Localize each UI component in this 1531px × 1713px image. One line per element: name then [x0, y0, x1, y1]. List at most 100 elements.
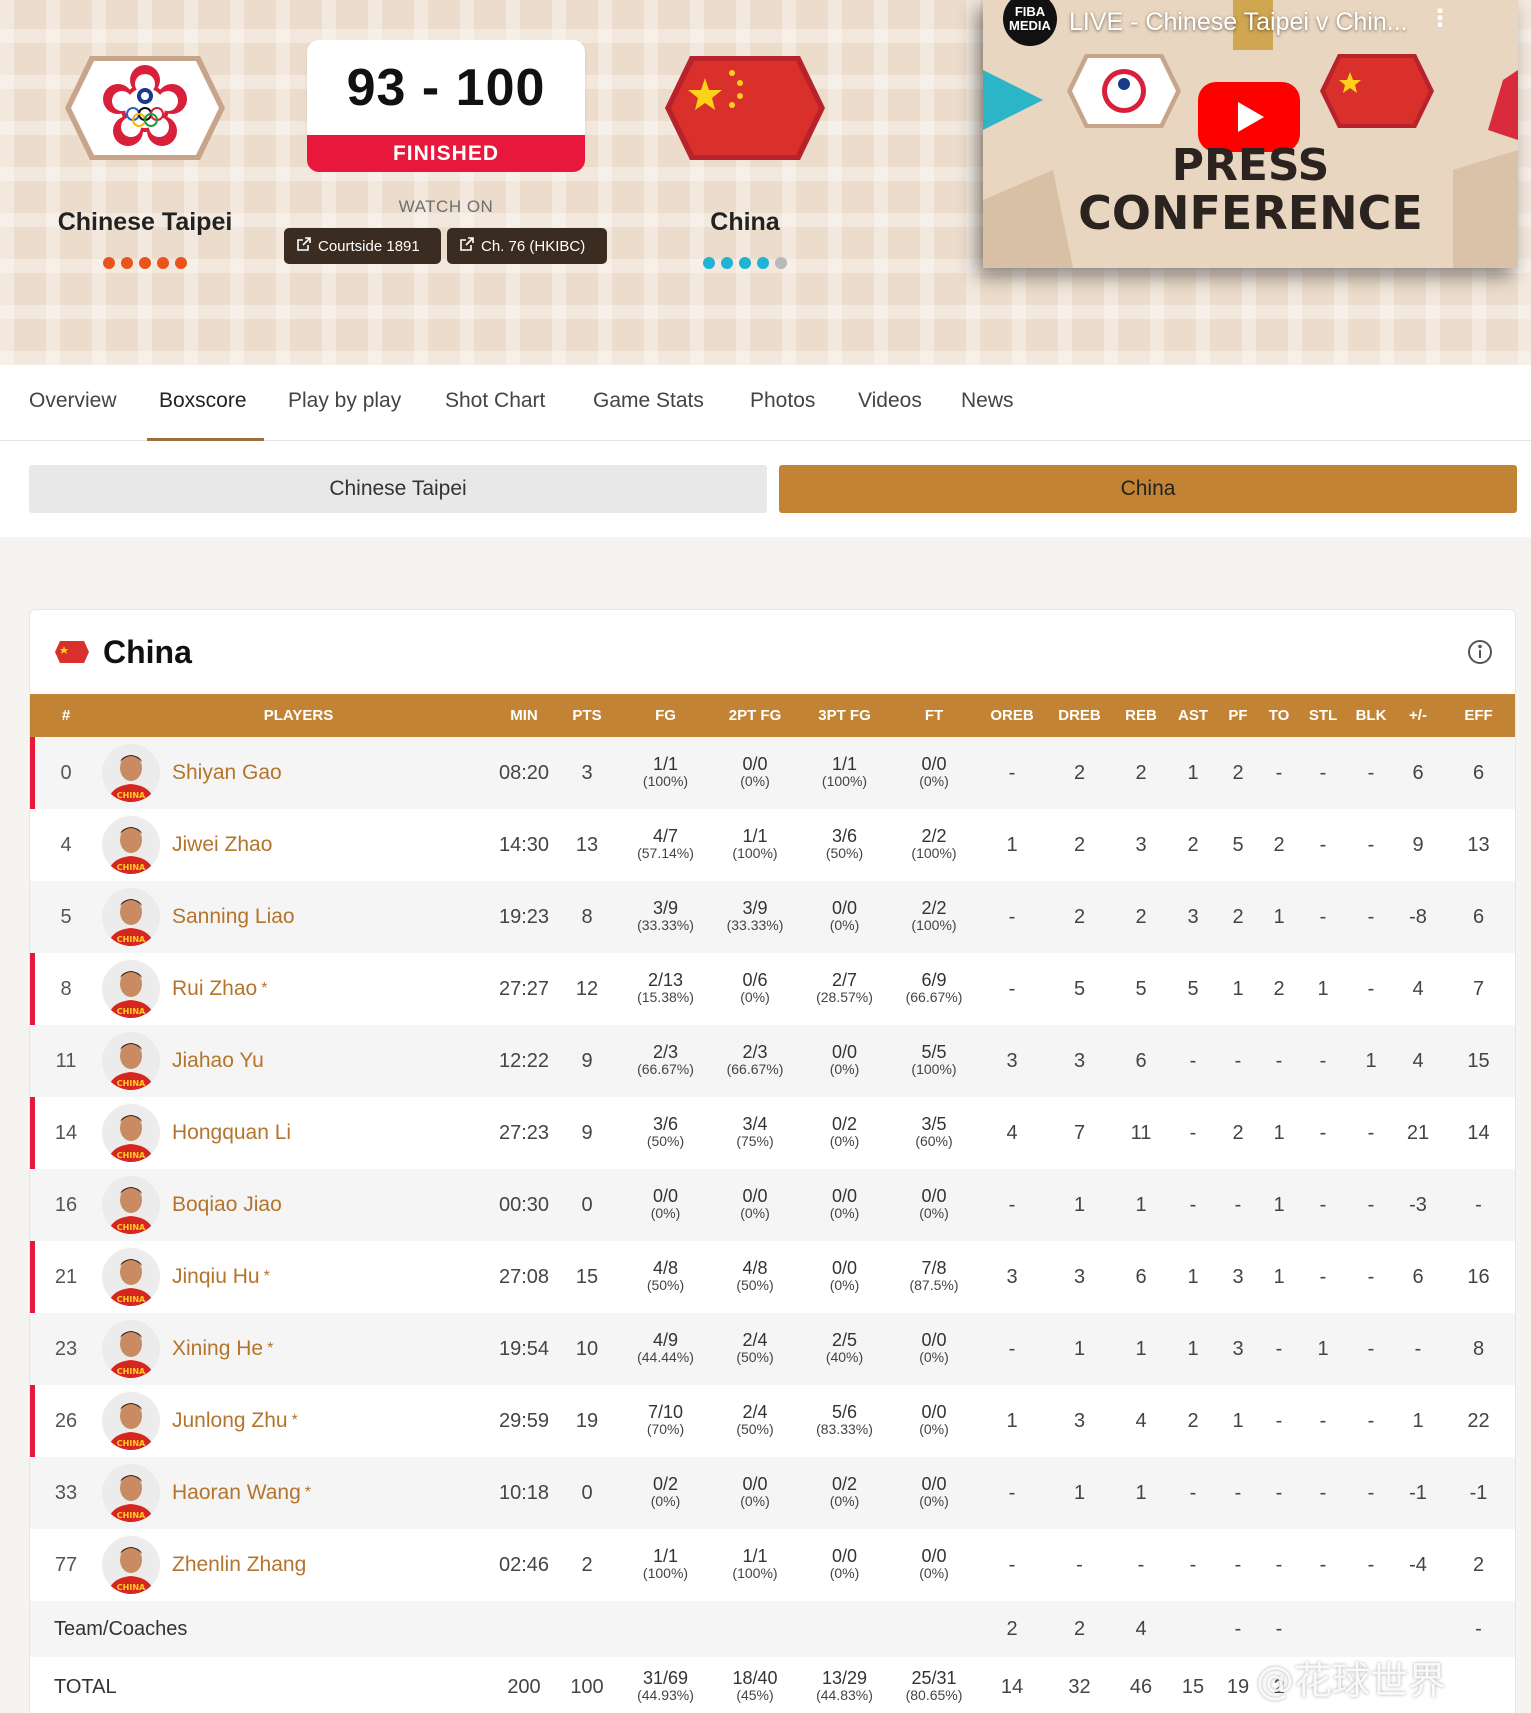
stat-ft: 3/5 (60%) [889, 1097, 979, 1169]
col-min[interactable]: MIN [495, 694, 553, 737]
player-name-link[interactable]: Boqiao Jiao [172, 1193, 282, 1217]
col-pts[interactable]: PTS [553, 694, 621, 737]
player-name-link[interactable]: Junlong Zhu [172, 1409, 288, 1433]
player-cell[interactable]: CHINA Rui Zhao * [102, 953, 495, 1025]
stat-dreb: - [1045, 1529, 1114, 1601]
tab-news[interactable]: News [961, 389, 1014, 413]
player-cell[interactable]: CHINA Junlong Zhu * [102, 1385, 495, 1457]
col-stl[interactable]: STL [1300, 694, 1346, 737]
player-cell[interactable]: CHINA Jiwei Zhao [102, 809, 495, 881]
table-row[interactable]: 14 CHINA Hongquan Li 27:23 9 3/6 (50%) 3/… [30, 1097, 1515, 1169]
player-cell[interactable]: CHINA Zhenlin Zhang [102, 1529, 495, 1601]
player-name-link[interactable]: Jinqiu Hu [172, 1265, 260, 1289]
tab-photos[interactable]: Photos [750, 389, 815, 413]
col-reb[interactable]: REB [1114, 694, 1168, 737]
player-name-link[interactable]: Sanning Liao [172, 905, 295, 929]
more-options-icon[interactable]: ⋮ [1428, 4, 1452, 33]
player-name-link[interactable]: Haoran Wang [172, 1481, 301, 1505]
tab-boxscore[interactable]: Boxscore [159, 389, 247, 413]
col-ast[interactable]: AST [1168, 694, 1218, 737]
col-to[interactable]: TO [1258, 694, 1300, 737]
player-cell[interactable]: CHINA Sanning Liao [102, 881, 495, 953]
team-switch-chinese-taipei[interactable]: Chinese Taipei [29, 465, 767, 513]
stat-2pt-fg: 2/3 (66.67%) [710, 1025, 800, 1097]
tab-play-by-play[interactable]: Play by play [288, 389, 401, 413]
table-row[interactable]: 16 CHINA Boqiao Jiao 00:30 0 0/0 (0%) 0/0… [30, 1169, 1515, 1241]
info-icon[interactable] [1467, 639, 1493, 665]
player-name-link[interactable]: Jiwei Zhao [172, 833, 272, 857]
away-team[interactable]: China [630, 48, 860, 269]
player-name-link[interactable]: Zhenlin Zhang [172, 1553, 306, 1577]
col-plus-minus[interactable]: +/- [1396, 694, 1440, 737]
table-row[interactable]: 5 CHINA Sanning Liao 19:23 8 3/9 (33.33%)… [30, 881, 1515, 953]
col-eff[interactable]: EFF [1440, 694, 1515, 737]
table-row[interactable]: 77 CHINA Zhenlin Zhang 02:46 2 1/1 (100%)… [30, 1529, 1515, 1601]
stat-fg: 1/1 (100%) [621, 1529, 710, 1601]
col-2pt-fg[interactable]: 2PT FG [710, 694, 800, 737]
player-cell[interactable]: CHINA Jinqiu Hu * [102, 1241, 495, 1313]
video-player[interactable]: FIBA MEDIA LIVE - Chinese Taipei v Chin.… [983, 0, 1518, 268]
col-number[interactable]: # [30, 694, 102, 737]
player-cell[interactable]: CHINA Hongquan Li [102, 1097, 495, 1169]
stat-min: 27:27 [495, 953, 553, 1025]
stat-stl: - [1300, 1529, 1346, 1601]
tab-game-stats[interactable]: Game Stats [593, 389, 704, 413]
player-number: 0 [30, 737, 102, 809]
stat-blk: - [1346, 881, 1396, 953]
stat-ast: 3 [1168, 881, 1218, 953]
stat-3pt-fg: 2/5 (40%) [800, 1313, 889, 1385]
player-name-link[interactable]: Hongquan Li [172, 1121, 291, 1145]
tab-shot-chart[interactable]: Shot Chart [445, 389, 545, 413]
player-cell[interactable]: CHINA Haoran Wang * [102, 1457, 495, 1529]
stat-fg: 0/2 (0%) [621, 1457, 710, 1529]
video-caption-line2: CONFERENCE [1078, 186, 1423, 240]
col-fg[interactable]: FG [621, 694, 710, 737]
player-name-link[interactable]: Xining He [172, 1337, 263, 1361]
player-cell[interactable]: CHINA Jiahao Yu [102, 1025, 495, 1097]
stat-oreb: - [979, 953, 1045, 1025]
col-oreb[interactable]: OREB [979, 694, 1045, 737]
game-tabs: Overview Boxscore Play by play Shot Char… [0, 365, 1531, 441]
stat-dreb: 2 [1045, 737, 1114, 809]
player-number: 26 [30, 1385, 102, 1457]
video-title[interactable]: LIVE - Chinese Taipei v Chin... [1069, 8, 1408, 37]
col-3pt-fg[interactable]: 3PT FG [800, 694, 889, 737]
table-row[interactable]: 23 CHINA Xining He * 19:54 10 4/9 (44.44%… [30, 1313, 1515, 1385]
watch-link-courtside[interactable]: Courtside 1891 [284, 228, 441, 264]
boxscore-panel: China # PLAYERS MIN PTS FG 2PT FG 3PT FG [29, 609, 1516, 1713]
player-cell[interactable]: CHINA Shiyan Gao [102, 737, 495, 809]
stat-pf: 2 [1218, 1097, 1258, 1169]
tab-overview[interactable]: Overview [29, 389, 117, 413]
stat-ast: 1 [1168, 737, 1218, 809]
stat-stl: 1 [1300, 953, 1346, 1025]
stat-pts: 9 [553, 1097, 621, 1169]
table-row[interactable]: 8 CHINA Rui Zhao * 27:27 12 2/13 (15.38%)… [30, 953, 1515, 1025]
stat-pf: - [1218, 1457, 1258, 1529]
away-team-name: China [710, 208, 780, 236]
stat-pf: - [1218, 1025, 1258, 1097]
table-row[interactable]: 33 CHINA Haoran Wang * 10:18 0 0/2 (0%) 0… [30, 1457, 1515, 1529]
player-name-link[interactable]: Jiahao Yu [172, 1049, 264, 1073]
player-cell[interactable]: CHINA Xining He * [102, 1313, 495, 1385]
table-row[interactable]: 0 CHINA Shiyan Gao 08:20 3 1/1 (100%) 0/0… [30, 737, 1515, 809]
stat-pts: 0 [553, 1457, 621, 1529]
table-row[interactable]: 4 CHINA Jiwei Zhao 14:30 13 4/7 (57.14%) … [30, 809, 1515, 881]
table-row[interactable]: 26 CHINA Junlong Zhu * 29:59 19 7/10 (70%… [30, 1385, 1515, 1457]
watch-link-hkibc[interactable]: Ch. 76 (HKIBC) [447, 228, 607, 264]
team-switch-china[interactable]: China [779, 465, 1517, 513]
stat-to: - [1258, 1529, 1300, 1601]
col-dreb[interactable]: DREB [1045, 694, 1114, 737]
player-avatar: CHINA [102, 960, 160, 1018]
table-row[interactable]: 21 CHINA Jinqiu Hu * 27:08 15 4/8 (50%) 4… [30, 1241, 1515, 1313]
player-name-link[interactable]: Shiyan Gao [172, 761, 282, 785]
col-blk[interactable]: BLK [1346, 694, 1396, 737]
home-team[interactable]: Chinese Taipei [30, 48, 260, 269]
table-row[interactable]: 11 CHINA Jiahao Yu 12:22 9 2/3 (66.67%) 2… [30, 1025, 1515, 1097]
player-name-link[interactable]: Rui Zhao [172, 977, 257, 1001]
game-header: Chinese Taipei 93 - 100 FINISHED WATCH O… [0, 0, 1531, 365]
player-cell[interactable]: CHINA Boqiao Jiao [102, 1169, 495, 1241]
col-ft[interactable]: FT [889, 694, 979, 737]
tab-videos[interactable]: Videos [858, 389, 922, 413]
col-pf[interactable]: PF [1218, 694, 1258, 737]
col-players[interactable]: PLAYERS [102, 694, 495, 737]
